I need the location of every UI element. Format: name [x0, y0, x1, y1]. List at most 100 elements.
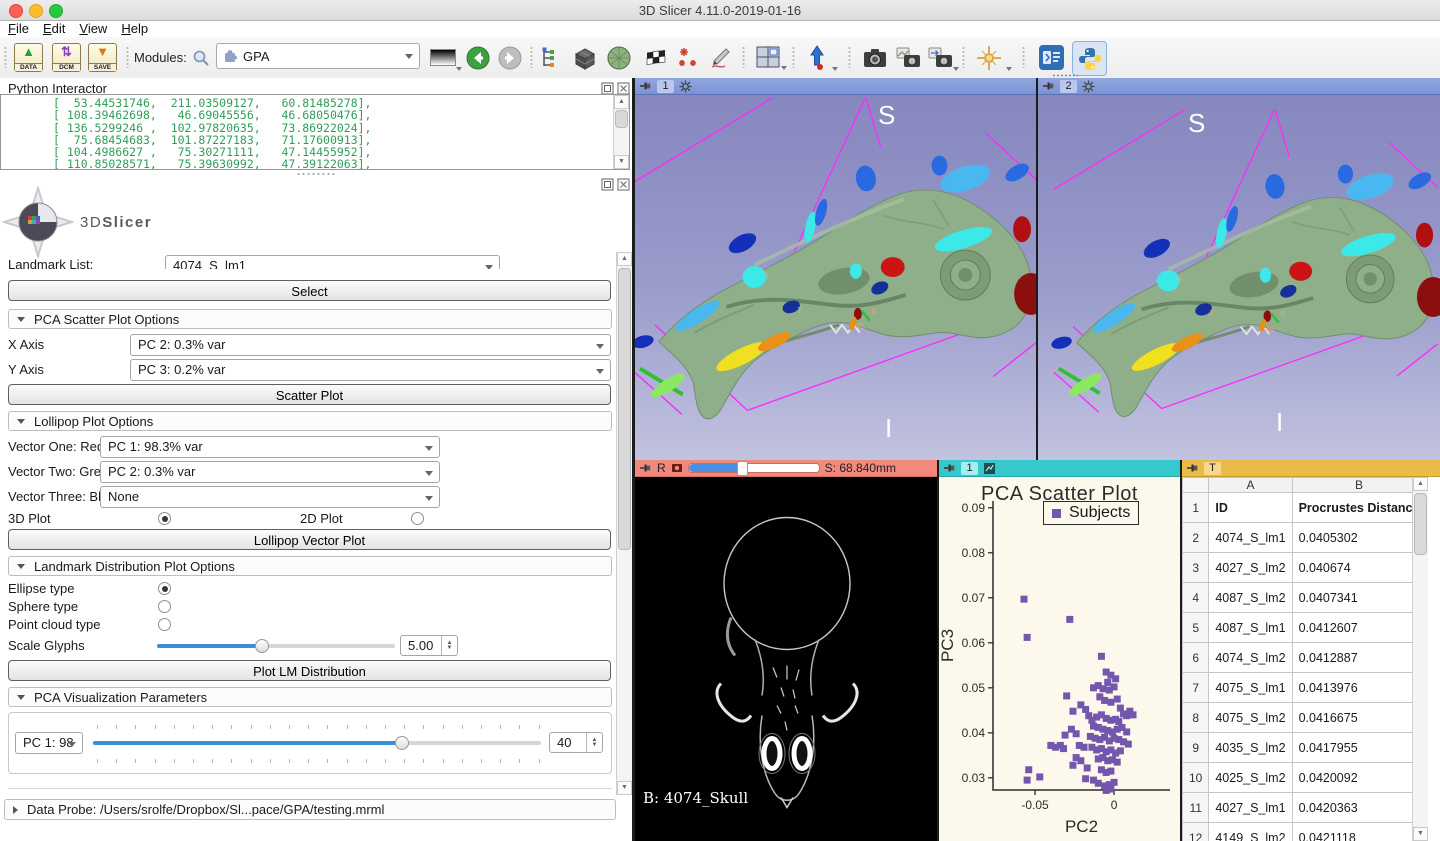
scrollbar-thumb[interactable]: [618, 268, 631, 550]
row-number[interactable]: 2: [1183, 523, 1209, 553]
lollipop-vector-plot-button[interactable]: Lollipop Vector Plot: [8, 529, 611, 550]
slice-offset-slider[interactable]: [688, 463, 820, 473]
column-header[interactable]: B: [1292, 478, 1426, 493]
vector-three-combo[interactable]: None: [100, 486, 440, 508]
scatter-point[interactable]: [1069, 762, 1076, 769]
scatter-point[interactable]: [1130, 711, 1137, 718]
pca-slider[interactable]: [93, 741, 541, 745]
plot-view[interactable]: 1 PCA Scatter Plot Subjects 0.030.040.05…: [939, 460, 1180, 841]
cell-id[interactable]: 4087_S_lm1: [1209, 613, 1292, 643]
navigate-forward-button[interactable]: [498, 44, 522, 71]
red-slice-header[interactable]: R S: 68.840mm: [635, 460, 937, 477]
markups-module-button[interactable]: [676, 44, 702, 71]
scatter-point[interactable]: [1062, 732, 1069, 739]
cell-distance[interactable]: 0.0413976: [1292, 673, 1426, 703]
cell-distance[interactable]: 0.0420363: [1292, 793, 1426, 823]
view-settings-gear-icon[interactable]: [1082, 80, 1095, 93]
scale-glyphs-spinbox[interactable]: 5.00 ▲▼: [400, 635, 458, 656]
cell-id[interactable]: ID: [1209, 493, 1292, 523]
table-view-header[interactable]: T: [1182, 460, 1440, 477]
scatter-point[interactable]: [1114, 696, 1121, 703]
menu-help[interactable]: Help: [121, 21, 148, 36]
scatter-point[interactable]: [1024, 777, 1031, 784]
import-dicom-button[interactable]: ⇅DCM: [52, 44, 81, 71]
threed-view-1-header[interactable]: 1: [635, 78, 1036, 95]
procrustes-table[interactable]: AB1IDProcrustes Distance24074_S_lm10.040…: [1182, 477, 1426, 841]
slider-thumb[interactable]: [395, 736, 409, 750]
row-number[interactable]: 4: [1183, 583, 1209, 613]
crosshair-button[interactable]: [976, 44, 1002, 71]
scatter-point[interactable]: [1082, 775, 1089, 782]
pointcloud-type-radio[interactable]: [158, 618, 171, 631]
cell-id[interactable]: 4075_S_lm2: [1209, 703, 1292, 733]
load-data-button[interactable]: ▲DATA: [14, 44, 43, 71]
screenshot-button[interactable]: [862, 44, 888, 71]
landmark-list-combo[interactable]: 4074_S_lm1: [165, 255, 500, 269]
row-number[interactable]: 9: [1183, 733, 1209, 763]
scatter-point[interactable]: [1060, 745, 1067, 752]
module-search-button[interactable]: [192, 44, 210, 71]
scatter-point[interactable]: [1069, 708, 1076, 715]
threed-view-1-canvas[interactable]: S I: [635, 95, 1036, 460]
scatter-point[interactable]: [1101, 697, 1108, 704]
scrollbar-thumb[interactable]: [615, 110, 628, 128]
vector-one-combo[interactable]: PC 1: 98.3% var: [100, 436, 440, 458]
cell-id[interactable]: 4149_S_lm2: [1209, 823, 1292, 841]
scatter-point[interactable]: [1107, 768, 1114, 775]
pin-icon[interactable]: [1043, 81, 1055, 91]
scrollbar-thumb[interactable]: [1414, 493, 1427, 555]
link-views-icon[interactable]: [671, 462, 683, 474]
slider-thumb[interactable]: [255, 639, 269, 653]
column-header[interactable]: A: [1209, 478, 1292, 493]
row-number[interactable]: 11: [1183, 793, 1209, 823]
spin-buttons[interactable]: ▲▼: [586, 733, 602, 752]
scatter-point[interactable]: [1025, 766, 1032, 773]
menu-file[interactable]: File: [8, 21, 29, 36]
row-number[interactable]: 3: [1183, 553, 1209, 583]
scene-view-restore-button[interactable]: [928, 44, 954, 71]
row-number[interactable]: 7: [1183, 673, 1209, 703]
threed-view-1[interactable]: 1 S I: [635, 78, 1036, 460]
menu-view[interactable]: View: [79, 21, 107, 36]
ellipse-type-radio[interactable]: [158, 582, 171, 595]
scatter-point[interactable]: [1020, 596, 1027, 603]
scroll-up-button[interactable]: ▲: [614, 95, 629, 109]
cell-distance[interactable]: 0.0417955: [1292, 733, 1426, 763]
cell-id[interactable]: 4074_S_lm1: [1209, 523, 1292, 553]
scroll-down-button[interactable]: ▼: [614, 155, 629, 169]
row-number[interactable]: 8: [1183, 703, 1209, 733]
pca-spinbox[interactable]: 40 ▲▼: [549, 732, 603, 753]
scatter-point[interactable]: [1114, 759, 1121, 766]
scatter-point[interactable]: [1107, 699, 1114, 706]
red-slice-view[interactable]: R S: 68.840mm B: 4074_Skull: [635, 460, 937, 841]
transforms-module-button[interactable]: [644, 44, 670, 71]
section-lollipop-options[interactable]: Lollipop Plot Options: [8, 411, 612, 431]
scatter-point[interactable]: [1107, 786, 1114, 793]
threed-view-2-canvas[interactable]: S I: [1038, 95, 1440, 460]
view-settings-gear-icon[interactable]: [679, 80, 692, 93]
table-row[interactable]: 114027_S_lm10.0420363: [1183, 793, 1426, 823]
section-distribution-options[interactable]: Landmark Distribution Plot Options: [8, 556, 612, 576]
float-module-panel-icon[interactable]: [601, 178, 614, 191]
annotations-module-button[interactable]: [708, 44, 734, 71]
layout-selector-button[interactable]: [756, 44, 782, 71]
threed-view-2[interactable]: 2 S I: [1038, 78, 1440, 460]
scatter-point[interactable]: [1084, 764, 1091, 771]
scatter-point[interactable]: [1125, 741, 1132, 748]
python-console[interactable]: [ 53.44531746, 211.03509127, 60.81485278…: [0, 94, 630, 170]
module-hierarchy-button[interactable]: [540, 44, 564, 71]
vector-two-combo[interactable]: PC 2: 0.3% var: [100, 461, 440, 483]
toolbar-handle[interactable]: [4, 46, 7, 68]
sphere-type-radio[interactable]: [158, 600, 171, 613]
table-row[interactable]: 64074_S_lm20.0412887: [1183, 643, 1426, 673]
scatter-point[interactable]: [1123, 728, 1130, 735]
scale-glyphs-slider[interactable]: [157, 644, 395, 648]
console-scrollbar[interactable]: ▲ ▼: [613, 95, 629, 169]
scatter-point[interactable]: [1095, 780, 1102, 787]
scatter-point[interactable]: [1036, 773, 1043, 780]
close-module-panel-icon[interactable]: [617, 178, 630, 191]
view-splitter-handle[interactable]: [1052, 74, 1078, 77]
scroll-down-button[interactable]: ▼: [617, 781, 632, 795]
table-row[interactable]: 1IDProcrustes Distance: [1183, 493, 1426, 523]
scatter-point[interactable]: [1111, 683, 1118, 690]
